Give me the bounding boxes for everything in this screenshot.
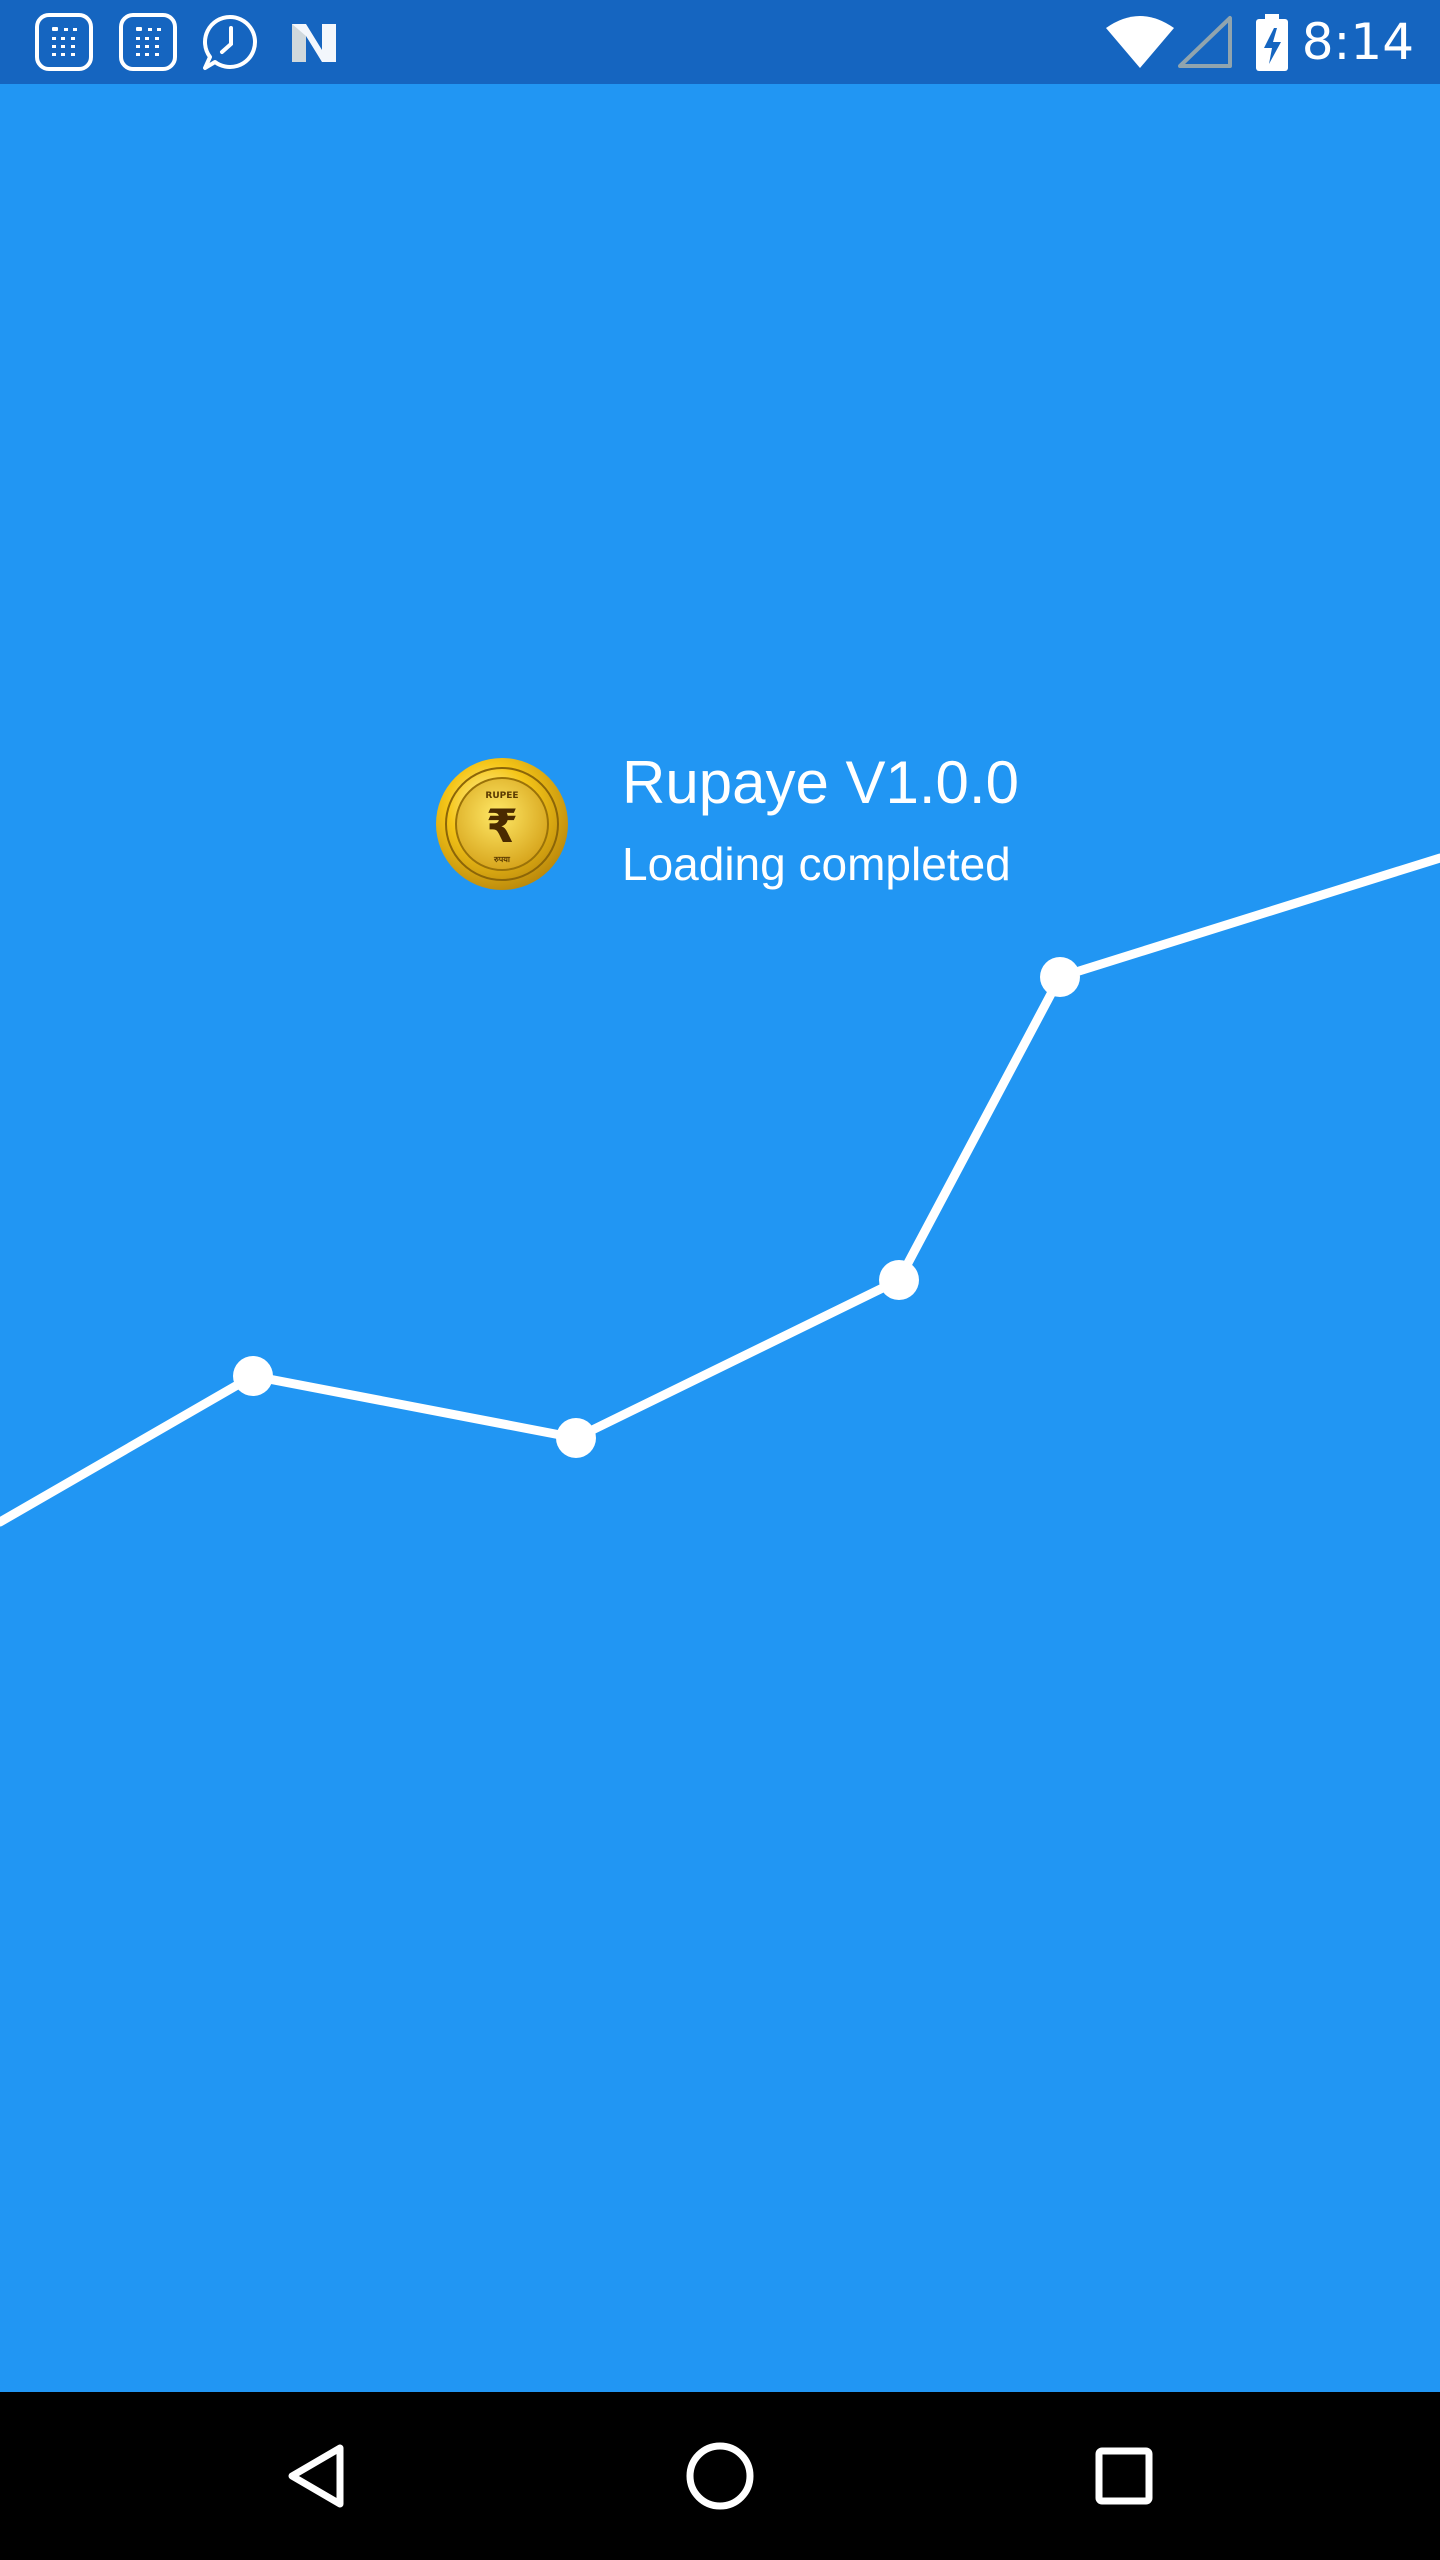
splash-content: RUPEE ₹ रुपया Rupaye V1.0.0 Loading comp… <box>0 0 1440 2392</box>
graph-line <box>0 853 1440 1527</box>
graph-point <box>556 1418 596 1458</box>
home-icon[interactable] <box>660 2416 780 2536</box>
decorative-line-graph <box>0 853 1440 1527</box>
loading-status: Loading completed <box>622 838 1011 890</box>
splash-screen: 8:14 RUPEE ₹ रुपया Rupaye V1.0.0 Loading… <box>0 0 1440 2560</box>
graph-point <box>1040 957 1080 997</box>
graph-point <box>879 1260 919 1300</box>
coin-bottom-text: रुपया <box>493 855 511 864</box>
coin-rupee-symbol: ₹ <box>486 799 518 853</box>
graph-point <box>233 1356 273 1396</box>
back-icon[interactable] <box>256 2416 376 2536</box>
recents-icon[interactable] <box>1064 2416 1184 2536</box>
navigation-bar <box>0 2392 1440 2560</box>
app-title: Rupaye V1.0.0 <box>622 749 1019 816</box>
rupee-coin-icon: RUPEE ₹ रुपया <box>434 756 570 892</box>
